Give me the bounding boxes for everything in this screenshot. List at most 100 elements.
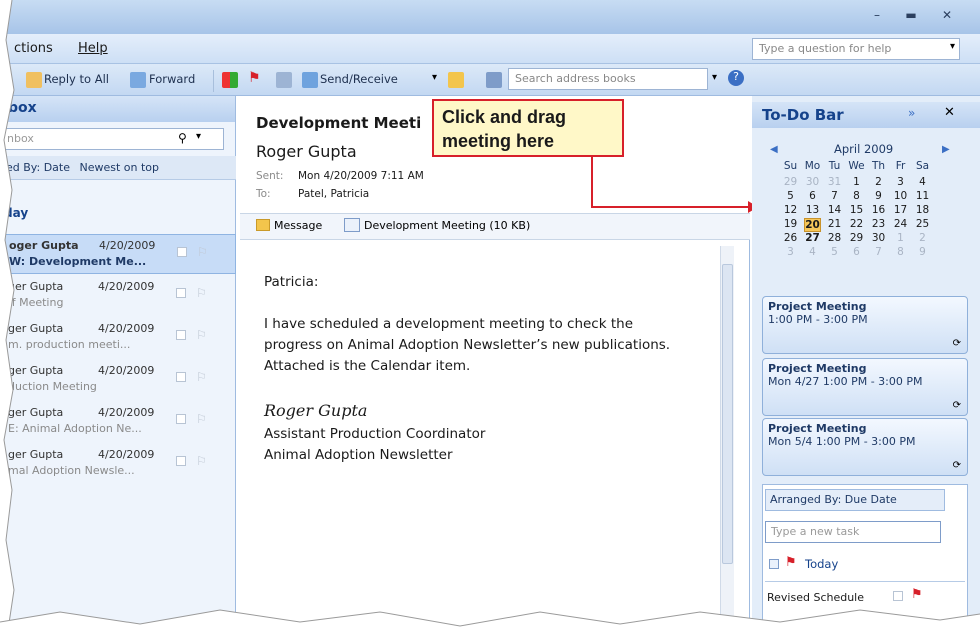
calendar-day[interactable]: 7 (826, 190, 843, 202)
calendar-day[interactable]: 16 (870, 204, 887, 216)
flag-icon[interactable]: ⚐ (196, 370, 207, 384)
to-value[interactable]: Patel, Patricia (298, 188, 369, 200)
calendar-day[interactable]: 4 (804, 246, 821, 258)
calendar-day[interactable]: 8 (892, 246, 909, 258)
flag-icon[interactable]: ⚐ (196, 328, 207, 342)
calendar-day[interactable]: 19 (782, 218, 799, 230)
attachment-tab[interactable]: Development Meeting (10 KB) (364, 219, 530, 232)
calendar-day[interactable]: 8 (848, 190, 865, 202)
category-checkbox[interactable] (176, 330, 186, 340)
help-search-input[interactable]: Type a question for help (752, 38, 960, 60)
calendar-day[interactable]: 2 (914, 232, 931, 244)
calendar-day[interactable]: 9 (914, 246, 931, 258)
list-item[interactable]: ger Gupta 4/20/2009 m. production meeti.… (0, 318, 236, 358)
sort-order-button[interactable]: Newest on top (80, 161, 160, 174)
calendar-day[interactable]: 13 (804, 204, 821, 216)
scrollbar-thumb[interactable] (722, 264, 733, 564)
calendar-day[interactable]: 15 (848, 204, 865, 216)
calendar-day[interactable]: 30 (804, 176, 821, 188)
category-checkbox[interactable] (176, 456, 186, 466)
reply-all-button[interactable]: Reply to All (44, 72, 109, 86)
list-item[interactable]: oger Gupta 4/20/2009 W: Development Me..… (0, 234, 236, 274)
message-tab[interactable]: Message (274, 219, 322, 232)
calendar-day[interactable]: 1 (892, 232, 909, 244)
help-dropdown-icon[interactable]: ▾ (950, 41, 955, 52)
calendar-day[interactable]: 18 (914, 204, 931, 216)
calendar-day[interactable]: 23 (870, 218, 887, 230)
appointment-item[interactable]: Project Meeting Mon 4/27 1:00 PM - 3:00 … (762, 358, 968, 416)
calendar-day[interactable]: 27 (804, 232, 821, 244)
calendar-day[interactable]: 21 (826, 218, 843, 230)
calendar-day[interactable]: 11 (914, 190, 931, 202)
close-window-button[interactable]: ✕ (932, 8, 962, 24)
menu-actions[interactable]: ctions (14, 41, 53, 56)
flag-icon[interactable]: ⚐ (197, 245, 208, 259)
calendar-day[interactable]: 31 (826, 176, 843, 188)
flag-icon[interactable]: ⚑ (248, 70, 261, 86)
message-sender[interactable]: Roger Gupta (256, 142, 357, 161)
calendar-day[interactable]: 30 (870, 232, 887, 244)
calendar-day[interactable]: 4 (914, 176, 931, 188)
search-address-books-input[interactable]: Search address books (508, 68, 708, 90)
search-dropdown-icon[interactable]: ▾ (712, 72, 717, 83)
list-item[interactable]: ger Gupta 4/20/2009 E: Animal Adoption N… (0, 402, 236, 442)
calendar-day[interactable]: 6 (848, 246, 865, 258)
calendar-day[interactable]: 29 (848, 232, 865, 244)
calendar-day[interactable]: 7 (870, 246, 887, 258)
calendar-day[interactable]: 28 (826, 232, 843, 244)
vertical-scrollbar[interactable] (720, 246, 734, 630)
calendar-day[interactable]: 17 (892, 204, 909, 216)
calendar-day[interactable]: 24 (892, 218, 909, 230)
collapse-icon[interactable]: » (908, 106, 915, 120)
send-receive-dropdown-icon[interactable]: ▾ (432, 72, 437, 83)
address-books-icon[interactable] (486, 72, 502, 88)
inbox-search-input[interactable]: nbox (0, 128, 224, 150)
appointment-item[interactable]: Project Meeting Mon 5/4 1:00 PM - 3:00 P… (762, 418, 968, 476)
calendar-day[interactable]: 22 (848, 218, 865, 230)
calendar-day[interactable]: 9 (870, 190, 887, 202)
forward-button[interactable]: Forward (149, 72, 195, 86)
list-item[interactable]: ger Gupta 4/20/2009 ff Meeting ⚐ (0, 276, 236, 316)
flag-icon[interactable]: ⚐ (196, 454, 207, 468)
categorize-icon[interactable] (222, 72, 238, 88)
maximize-button[interactable]: ▬ (896, 8, 926, 24)
appointment-item[interactable]: Project Meeting 1:00 PM - 3:00 PM ⟳ (762, 296, 968, 354)
calendar-day[interactable]: 3 (782, 246, 799, 258)
menu-help[interactable]: Help (78, 41, 108, 56)
prev-month-icon[interactable]: ◀ (770, 144, 778, 155)
list-item[interactable]: ger Gupta 4/20/2009 duction Meeting ⚐ (0, 360, 236, 400)
flag-icon[interactable]: ⚐ (196, 412, 207, 426)
collapse-group-icon[interactable] (769, 559, 779, 569)
calendar-day[interactable]: 26 (782, 232, 799, 244)
new-task-input[interactable]: Type a new task (765, 521, 941, 543)
calendar-day[interactable]: 25 (914, 218, 931, 230)
calendar-day[interactable]: 6 (804, 190, 821, 202)
send-receive-button[interactable]: Send/Receive (320, 72, 398, 86)
calendar-day[interactable]: 5 (782, 190, 799, 202)
folder-icon[interactable] (448, 72, 464, 88)
next-month-icon[interactable]: ▶ (942, 144, 950, 155)
arranged-by-due-date-button[interactable]: Arranged By: Due Date (765, 489, 945, 511)
calendar-day[interactable]: 14 (826, 204, 843, 216)
minimize-button[interactable]: – (862, 8, 892, 24)
category-checkbox[interactable] (177, 247, 187, 257)
calendar-day[interactable]: 1 (848, 176, 865, 188)
search-icon[interactable]: ⚲ (178, 131, 187, 145)
calendar-day[interactable]: 3 (892, 176, 909, 188)
inbox-pane: box nbox ⚲ ▾ ed By: Date Newest on top d… (0, 96, 236, 630)
search-options-icon[interactable]: ▾ (196, 131, 201, 142)
close-icon[interactable]: ✕ (944, 105, 955, 120)
category-checkbox[interactable] (176, 288, 186, 298)
category-checkbox[interactable] (176, 414, 186, 424)
calendar-day[interactable]: 2 (870, 176, 887, 188)
calendar-day[interactable]: 5 (826, 246, 843, 258)
calendar-day[interactable]: 12 (782, 204, 799, 216)
help-icon[interactable]: ? (728, 70, 744, 86)
list-item[interactable]: ger Gupta 4/20/2009 mal Adoption Newsle.… (0, 444, 236, 484)
flag-icon[interactable]: ⚐ (196, 286, 207, 300)
calendar-day[interactable]: 20 (804, 218, 821, 232)
address-book-icon[interactable] (276, 72, 292, 88)
calendar-day[interactable]: 29 (782, 176, 799, 188)
calendar-day[interactable]: 10 (892, 190, 909, 202)
category-checkbox[interactable] (176, 372, 186, 382)
